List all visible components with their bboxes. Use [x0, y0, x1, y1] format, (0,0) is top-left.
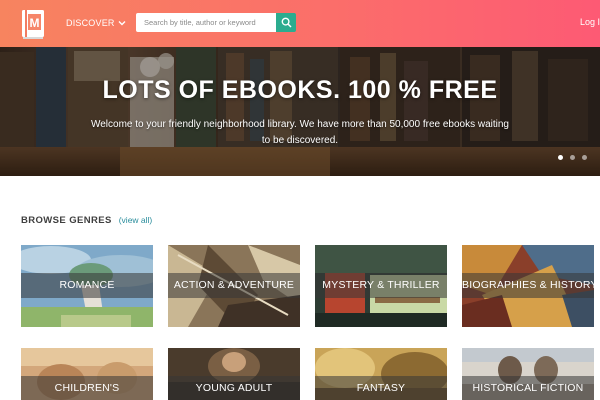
genre-tile-young-adult[interactable]: YOUNG ADULT [168, 348, 300, 400]
hero-banner: LOTS OF EBOOKS. 100 % FREE Welcome to yo… [0, 47, 600, 176]
genre-label: FANTASY [356, 382, 406, 394]
genre-tile-fantasy[interactable]: FANTASY [315, 348, 447, 400]
genre-label: CHILDREN'S [54, 382, 120, 394]
view-all-link[interactable]: (view all) [119, 215, 153, 225]
carousel-dot-3[interactable] [582, 155, 587, 160]
genre-label: MYSTERY & THRILLER [322, 279, 440, 291]
genre-tile-mystery-thriller[interactable]: MYSTERY & THRILLER [315, 245, 447, 327]
genre-tile-historical-fiction[interactable]: HISTORICAL FICTION [462, 348, 594, 400]
top-header: M DISCOVER Log In [0, 0, 600, 47]
search-button[interactable] [276, 13, 296, 32]
hero-subtitle: Welcome to your friendly neighborhood li… [90, 119, 509, 146]
genre-tile-childrens[interactable]: CHILDREN'S [21, 348, 153, 400]
search-input[interactable] [136, 13, 276, 32]
carousel-dots [558, 155, 587, 160]
book-logo-icon[interactable]: M [19, 8, 47, 39]
hero-overlay [0, 47, 600, 176]
hero-title: LOTS OF EBOOKS. 100 % FREE [102, 76, 498, 104]
login-link[interactable]: Log In [580, 17, 600, 27]
search-icon [281, 17, 292, 28]
discover-label: DISCOVER [66, 18, 115, 28]
genre-tile-romance[interactable]: ROMANCE [21, 245, 153, 327]
chevron-down-icon [118, 21, 126, 26]
carousel-dot-1[interactable] [558, 155, 563, 160]
carousel-dot-2[interactable] [570, 155, 575, 160]
svg-text:M: M [30, 16, 40, 30]
genre-label: BIOGRAPHIES & HISTORY [462, 279, 594, 291]
genre-label: ACTION & ADVENTURE [173, 279, 295, 291]
genre-label: ROMANCE [59, 279, 115, 291]
discover-menu[interactable]: DISCOVER [66, 16, 126, 30]
browse-genres-header: BROWSE GENRES (view all) [21, 215, 152, 226]
genre-label: HISTORICAL FICTION [472, 382, 584, 394]
genre-tile-action-adventure[interactable]: ACTION & ADVENTURE [168, 245, 300, 327]
section-title: BROWSE GENRES [21, 215, 112, 226]
genre-tile-biographies-history[interactable]: BIOGRAPHIES & HISTORY [462, 245, 594, 327]
genre-label: YOUNG ADULT [195, 382, 273, 394]
